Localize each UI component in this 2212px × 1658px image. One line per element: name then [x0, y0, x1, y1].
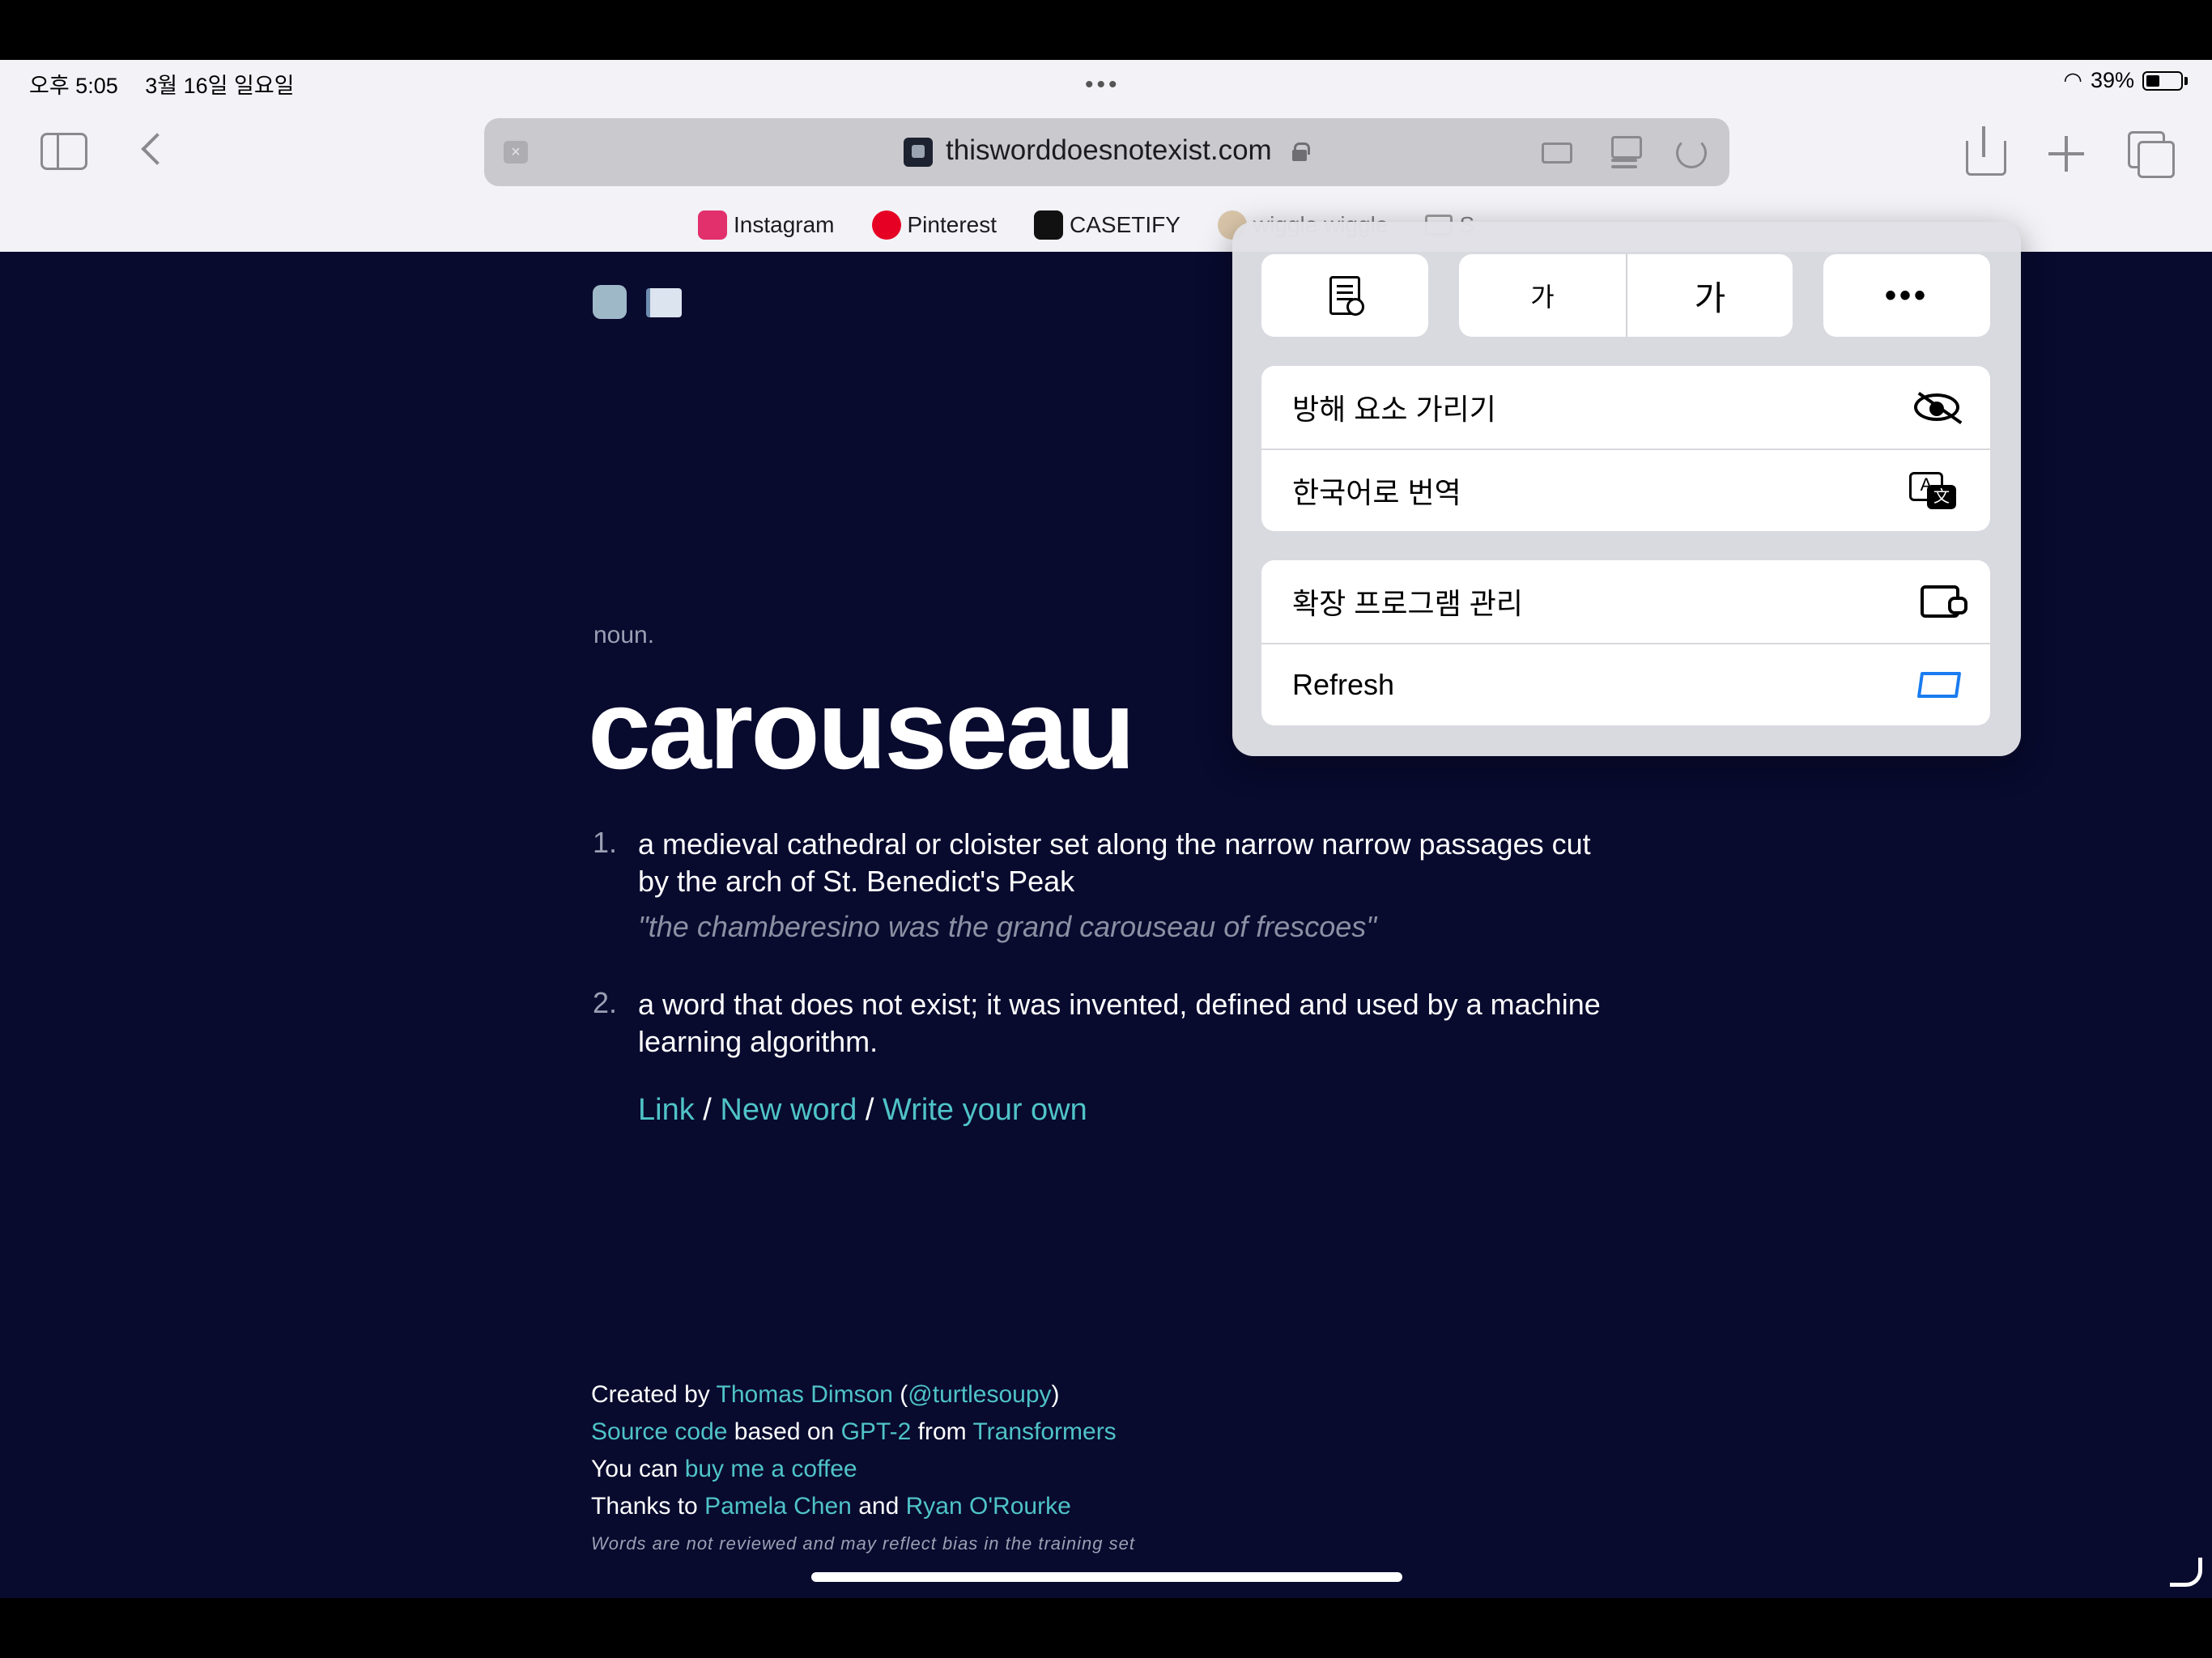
definition-number: 2.	[593, 986, 618, 1019]
page-footer: Created by Thomas Dimson (@turtlesoupy) …	[591, 1376, 1135, 1562]
pinterest-icon	[871, 210, 901, 240]
footer-text: and	[858, 1493, 900, 1520]
part-of-speech: noun.	[593, 622, 655, 648]
definition-list: 1. a medieval cathedral or cloister set …	[593, 826, 1605, 1101]
footer-line-source: Source code based on GPT-2 from Transfor…	[591, 1414, 1135, 1451]
bookmark-pinterest[interactable]: Pinterest	[871, 210, 998, 240]
translate-icon	[1909, 472, 1959, 509]
site-logo[interactable]	[593, 285, 682, 319]
definition-text: a word that does not exist; it was inven…	[638, 988, 1601, 1058]
reload-icon[interactable]	[1676, 138, 1707, 168]
footer-line-thanks: Thanks to Pamela Chen and Ryan O'Rourke	[591, 1488, 1135, 1525]
top-bezel	[0, 0, 2212, 60]
tab-overview-icon[interactable]	[2128, 131, 2175, 178]
sidebar-toggle-icon[interactable]	[40, 133, 87, 170]
document-search-icon	[1329, 276, 1364, 316]
definition-item: 1. a medieval cathedral or cloister set …	[593, 826, 1605, 946]
bottom-bezel	[0, 1598, 2212, 1658]
bookmark-label: CASETIFY	[1070, 212, 1180, 237]
footer-text: You can	[591, 1456, 678, 1482]
footer-text: )	[1051, 1381, 1060, 1408]
bookmark-label: Instagram	[734, 212, 835, 237]
link-button[interactable]: Link	[638, 1093, 695, 1127]
footer-line-credits: Created by Thomas Dimson (@turtlesoupy)	[591, 1376, 1135, 1414]
source-code-link[interactable]: Source code	[591, 1418, 727, 1445]
separator: /	[865, 1093, 874, 1127]
decrease-font-button[interactable]: 가	[1459, 254, 1626, 337]
instagram-icon	[698, 210, 727, 240]
footer-text: based on	[734, 1418, 835, 1445]
more-options-button[interactable]: •••	[1823, 254, 1990, 337]
multitasking-dots[interactable]: •••	[1085, 71, 1121, 99]
twitter-handle-link[interactable]: @turtlesoupy	[908, 1381, 1051, 1408]
author-link[interactable]: Thomas Dimson	[717, 1381, 893, 1408]
menu-item-label: 확장 프로그램 관리	[1292, 587, 1523, 620]
menu-item-label: Refresh	[1292, 668, 1395, 701]
casetify-icon	[1034, 210, 1063, 240]
menu-item-label: 한국어로 번역	[1292, 476, 1461, 509]
hide-distracting-items-item[interactable]: 방해 요소 가리기	[1261, 366, 1990, 449]
page-menu-icon[interactable]	[1610, 136, 1642, 168]
footer-text: Created by	[591, 1381, 710, 1408]
manage-extensions-item[interactable]: 확장 프로그램 관리	[1261, 560, 1990, 643]
pamela-chen-link[interactable]: Pamela Chen	[704, 1493, 852, 1520]
status-bar-right: ◠ 39%	[2063, 68, 2188, 93]
bookmark-casetify[interactable]: CASETIFY	[1034, 210, 1180, 240]
footer-text: from	[917, 1418, 967, 1445]
page-settings-menu: 가 가 ••• 방해 요소 가리기 한국어로 번역 확장 프로그램 관리 Ref…	[1232, 222, 2021, 756]
word-actions: Link / New word / Write your own	[638, 1093, 1087, 1128]
footer-text: Thanks to	[591, 1493, 698, 1520]
disclaimer: Words are not reviewed and may reflect b…	[591, 1533, 1135, 1554]
menu-group-page: 방해 요소 가리기 한국어로 번역	[1261, 366, 1990, 531]
bookmark-instagram[interactable]: Instagram	[698, 210, 835, 240]
close-icon[interactable]: ×	[504, 141, 528, 164]
new-word-button[interactable]: New word	[720, 1093, 857, 1127]
book-icon	[646, 288, 682, 317]
share-icon[interactable]	[1966, 126, 2006, 176]
coffee-link[interactable]: buy me a coffee	[685, 1456, 857, 1482]
back-icon[interactable]	[138, 130, 162, 168]
battery-icon	[2142, 70, 2183, 91]
definition-item: 2. a word that does not exist; it was in…	[593, 986, 1605, 1061]
separator: /	[703, 1093, 712, 1127]
robot-icon	[593, 285, 627, 319]
eye-slash-icon	[1914, 393, 1959, 421]
reader-view-icon[interactable]	[1542, 142, 1572, 164]
transformers-link[interactable]: Transformers	[972, 1418, 1116, 1445]
footer-text: (	[900, 1381, 908, 1408]
status-bar-left: 오후 5:05 3월 16일 일요일	[29, 68, 316, 100]
menu-quick-actions: 가 가 •••	[1261, 254, 1990, 337]
menu-item-label: 방해 요소 가리기	[1292, 393, 1496, 426]
footer-line-coffee: You can buy me a coffee	[591, 1451, 1135, 1488]
refresh-extension-item[interactable]: Refresh	[1261, 643, 1990, 725]
write-your-own-button[interactable]: Write your own	[883, 1093, 1087, 1127]
battery-percent: 39%	[2090, 68, 2134, 92]
refresh-extension-icon	[1916, 672, 1962, 698]
new-tab-icon[interactable]	[2048, 136, 2084, 172]
lock-icon	[1292, 142, 1310, 161]
menu-group-extensions: 확장 프로그램 관리 Refresh	[1261, 560, 1990, 725]
ryan-orourke-link[interactable]: Ryan O'Rourke	[906, 1493, 1071, 1520]
reader-find-button[interactable]	[1261, 254, 1428, 337]
extension-icon	[1921, 585, 1967, 618]
wifi-icon: ◠	[2063, 68, 2082, 92]
bookmark-label: Pinterest	[907, 212, 998, 237]
status-date: 3월 16일 일요일	[145, 74, 295, 98]
increase-font-button[interactable]: 가	[1626, 254, 1793, 337]
definition-text: a medieval cathedral or cloister set alo…	[638, 827, 1591, 898]
translate-korean-item[interactable]: 한국어로 번역	[1261, 449, 1990, 531]
definition-example: "the chamberesino was the grand carousea…	[638, 910, 1377, 943]
site-favicon	[904, 138, 933, 167]
font-size-control: 가 가	[1459, 254, 1793, 337]
headword: carouseau	[588, 665, 1135, 793]
address-bar[interactable]: × thisworddoesnotexist.com	[484, 118, 1729, 186]
definition-number: 1.	[593, 826, 618, 859]
battery-cap	[2184, 76, 2188, 85]
gpt2-link[interactable]: GPT-2	[841, 1418, 912, 1445]
status-time: 오후 5:05	[29, 74, 118, 98]
url-domain[interactable]: thisworddoesnotexist.com	[946, 134, 1272, 167]
home-indicator[interactable]	[811, 1572, 1402, 1582]
